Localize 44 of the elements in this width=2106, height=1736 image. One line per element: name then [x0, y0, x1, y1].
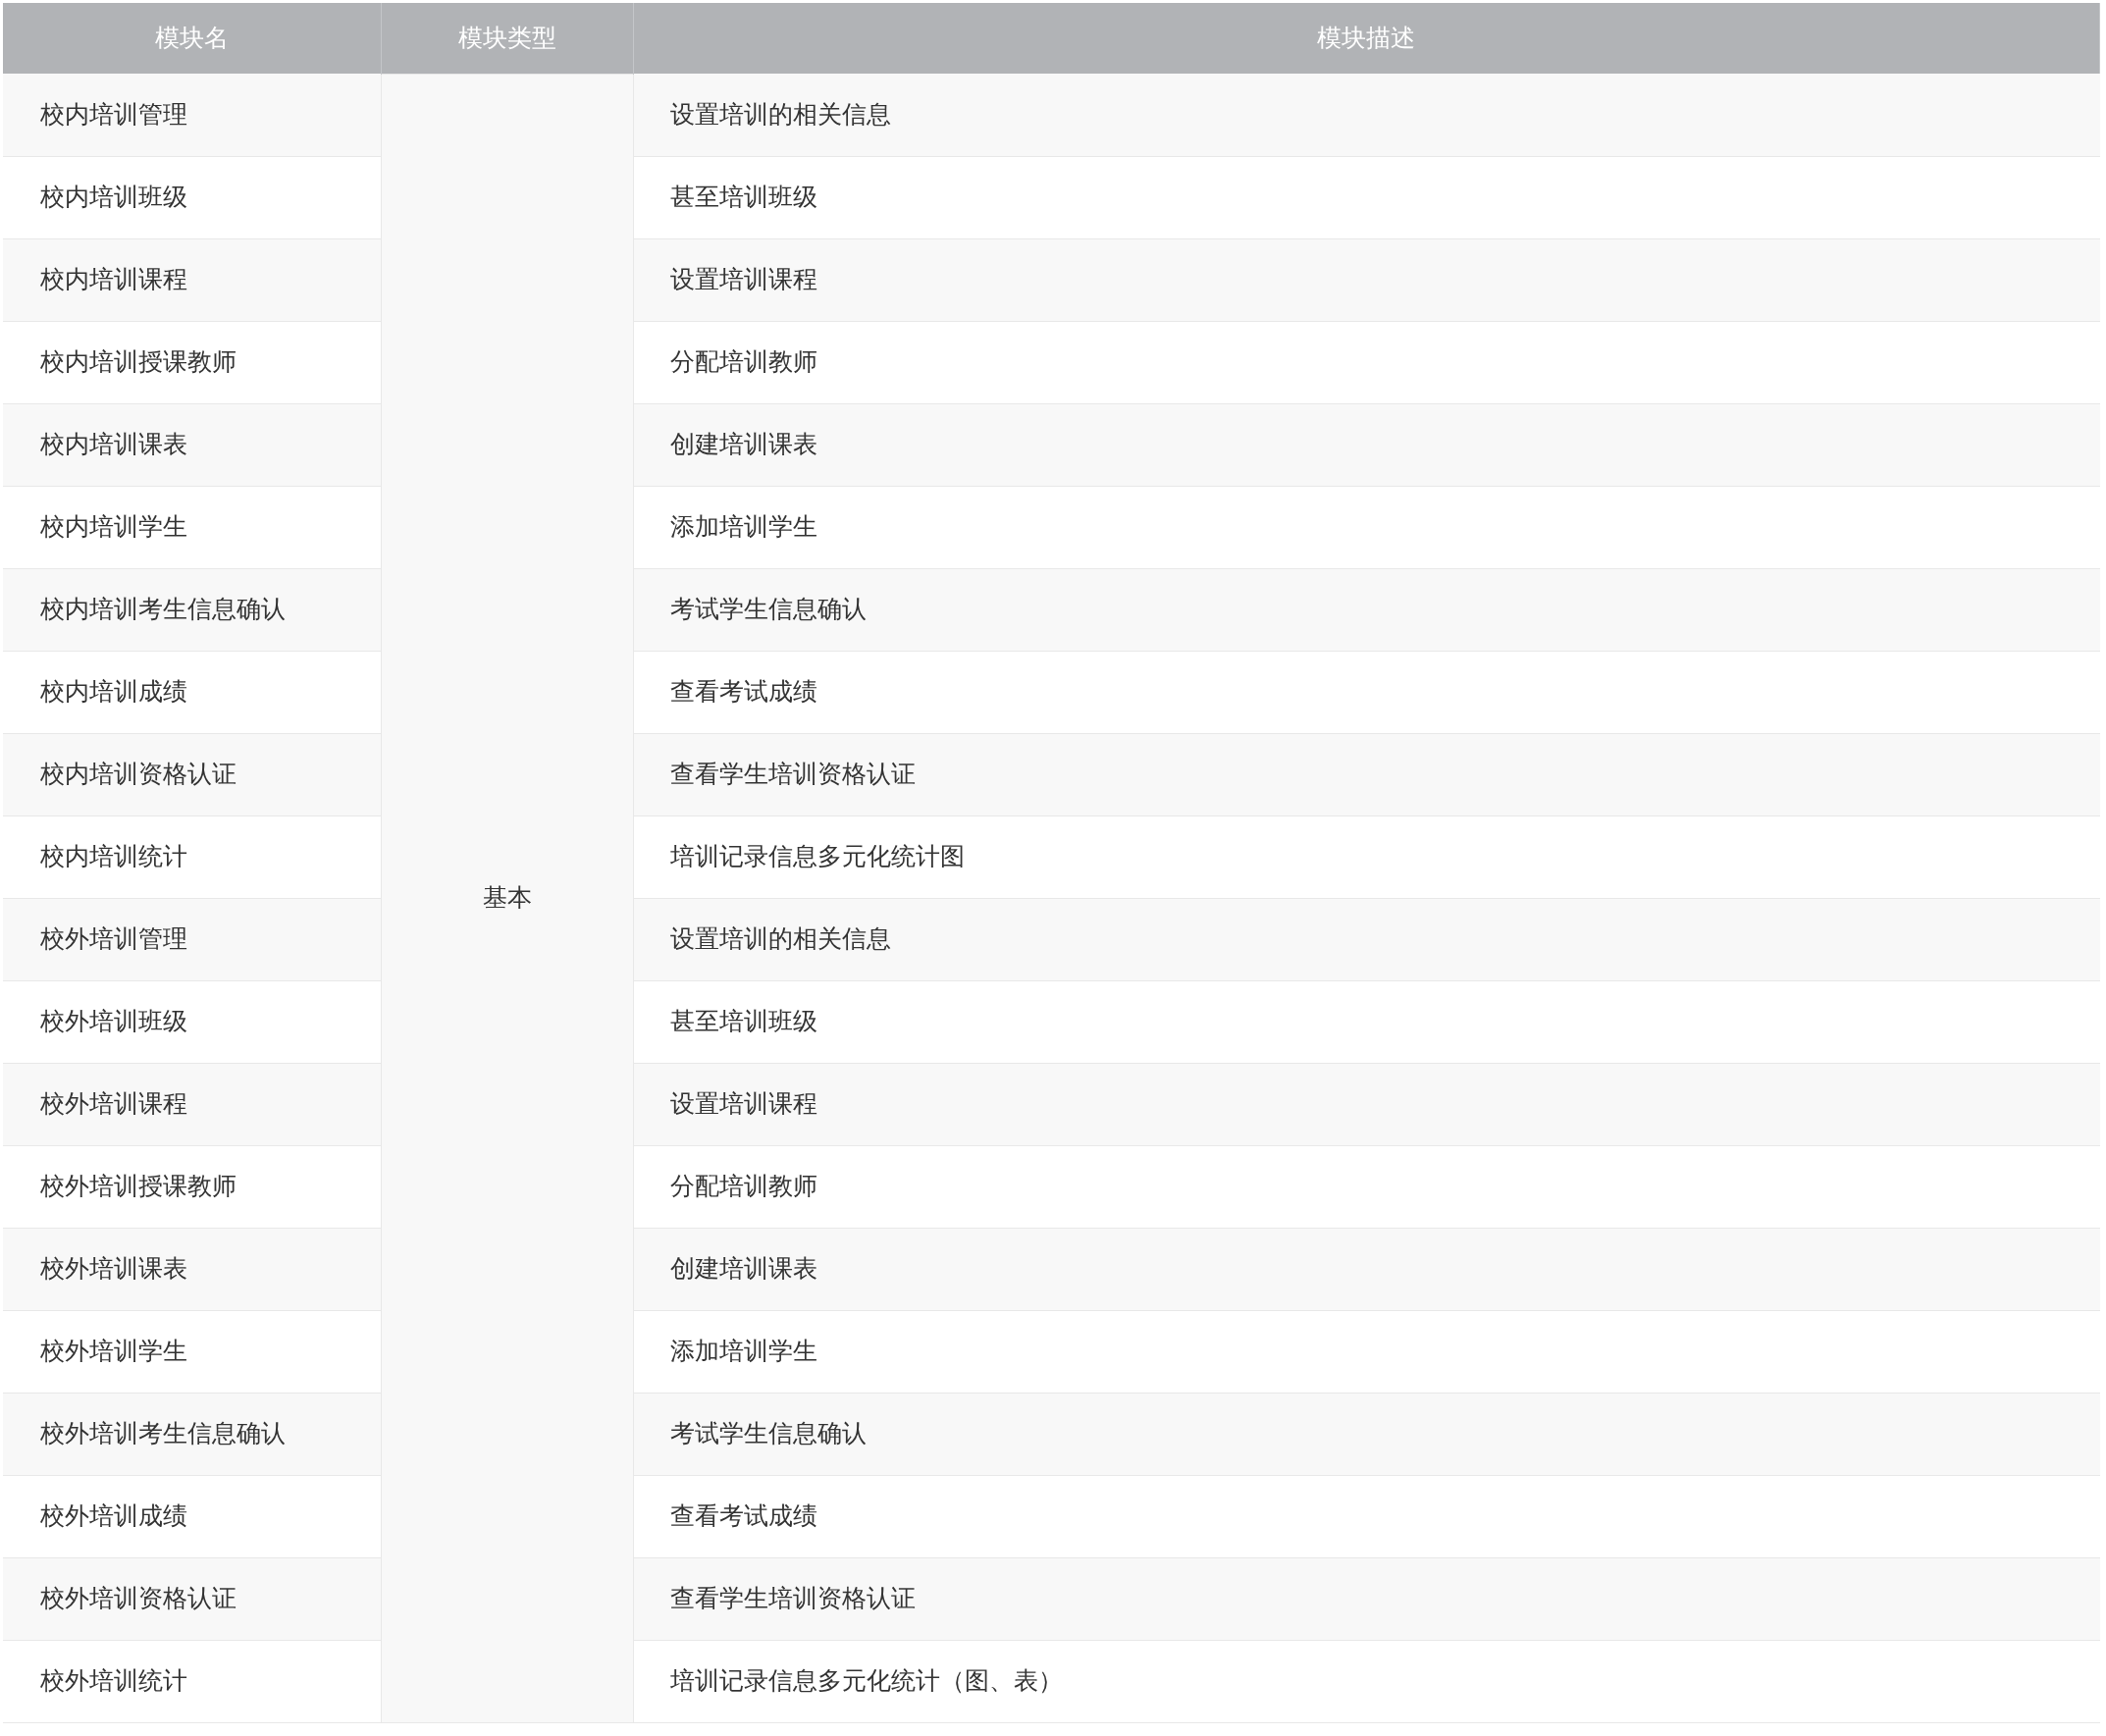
table-cell: 查看学生培训资格认证: [633, 733, 2100, 815]
table-cell: 校内培训课程: [3, 238, 381, 321]
table-cell: 分配培训教师: [633, 321, 2100, 403]
table-cell: 甚至培训班级: [633, 156, 2100, 238]
table-cell: 设置培训的相关信息: [633, 898, 2100, 980]
table-cell: 分配培训教师: [633, 1145, 2100, 1228]
table-cell: 校外培训资格认证: [3, 1557, 381, 1640]
column-header: 模块描述: [633, 3, 2100, 74]
table-cell: 校外培训班级: [3, 980, 381, 1063]
table-cell: 校外培训课表: [3, 1228, 381, 1310]
table-cell: 设置培训的相关信息: [633, 74, 2100, 156]
table-cell: 校外培训授课教师: [3, 1145, 381, 1228]
table-cell: 甚至培训班级: [633, 980, 2100, 1063]
table-cell: 校外培训管理: [3, 898, 381, 980]
table-cell: 培训记录信息多元化统计图: [633, 815, 2100, 898]
table-cell: 考试学生信息确认: [633, 1393, 2100, 1475]
table-cell: 查看考试成绩: [633, 651, 2100, 733]
table-cell: 添加培训学生: [633, 486, 2100, 568]
table-cell: 创建培训课表: [633, 403, 2100, 486]
table-cell: 校内培训成绩: [3, 651, 381, 733]
table-cell: 查看考试成绩: [633, 1475, 2100, 1557]
table-cell: 校内培训学生: [3, 486, 381, 568]
table-cell: 校内培训资格认证: [3, 733, 381, 815]
table-cell: 创建培训课表: [633, 1228, 2100, 1310]
table-cell: 校内培训统计: [3, 815, 381, 898]
table-cell: 校内培训考生信息确认: [3, 568, 381, 651]
table-cell: 考试学生信息确认: [633, 568, 2100, 651]
column-header: 模块名: [3, 3, 381, 74]
table-cell: 基本: [381, 74, 633, 1722]
table-cell: 查看学生培训资格认证: [633, 1557, 2100, 1640]
table-cell: 校内培训课表: [3, 403, 381, 486]
table-cell: 校外培训考生信息确认: [3, 1393, 381, 1475]
table-cell: 校外培训成绩: [3, 1475, 381, 1557]
table-cell: 校外培训课程: [3, 1063, 381, 1145]
table-cell: 校内培训授课教师: [3, 321, 381, 403]
column-header: 模块类型: [381, 3, 633, 74]
table-cell: 设置培训课程: [633, 1063, 2100, 1145]
table-cell: 添加培训学生: [633, 1310, 2100, 1393]
table-cell: 培训记录信息多元化统计（图、表）: [633, 1640, 2100, 1722]
table-cell: 校内培训管理: [3, 74, 381, 156]
table-cell: 设置培训课程: [633, 238, 2100, 321]
table-cell: 校外培训学生: [3, 1310, 381, 1393]
table-cell: 校内培训班级: [3, 156, 381, 238]
table-cell: 校外培训统计: [3, 1640, 381, 1722]
